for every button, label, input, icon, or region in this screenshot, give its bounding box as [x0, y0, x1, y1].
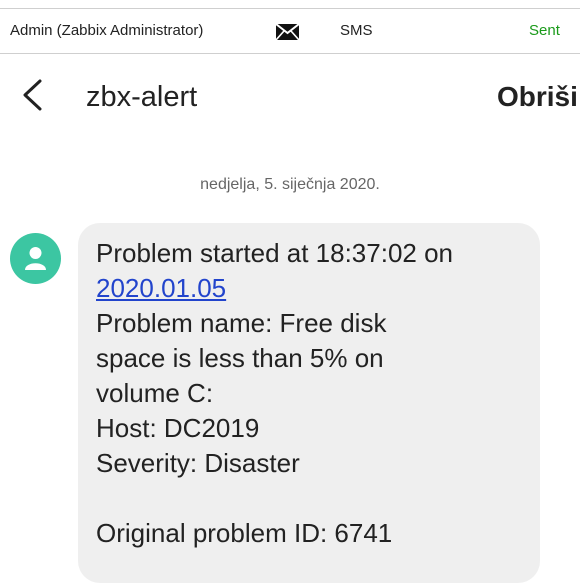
envelope-icon: [275, 23, 300, 41]
conversation-header: zbx-alert Obriši: [0, 54, 580, 138]
message-line: Problem started at 18:37:02 on: [96, 238, 454, 268]
message-line: Severity: Disaster: [96, 448, 300, 478]
media-type-label: SMS: [340, 22, 373, 39]
message-line: space is less than 5% on: [96, 343, 384, 373]
message-spacer: [96, 481, 536, 516]
person-icon: [25, 247, 46, 270]
status-label: Sent: [529, 22, 560, 39]
message-text: Problem started at 18:37:02 on 2020.01.0…: [96, 236, 536, 551]
message-line: volume C:: [96, 378, 214, 408]
back-arrow-icon[interactable]: [20, 78, 44, 112]
message-line: Host: DC2019: [96, 413, 260, 443]
delete-button[interactable]: Obriši: [497, 81, 578, 113]
recipient-label: Admin (Zabbix Administrator): [10, 22, 204, 39]
conversation-title: zbx-alert: [86, 81, 198, 113]
alert-info-bar: Admin (Zabbix Administrator) SMS Sent: [0, 8, 580, 54]
message-line: Original problem ID: 6741: [96, 518, 393, 548]
avatar[interactable]: [10, 233, 61, 284]
date-link[interactable]: 2020.01.05: [96, 273, 226, 303]
date-separator: nedjelja, 5. siječnja 2020.: [200, 176, 380, 193]
message-line: Problem name: Free disk: [96, 308, 387, 338]
